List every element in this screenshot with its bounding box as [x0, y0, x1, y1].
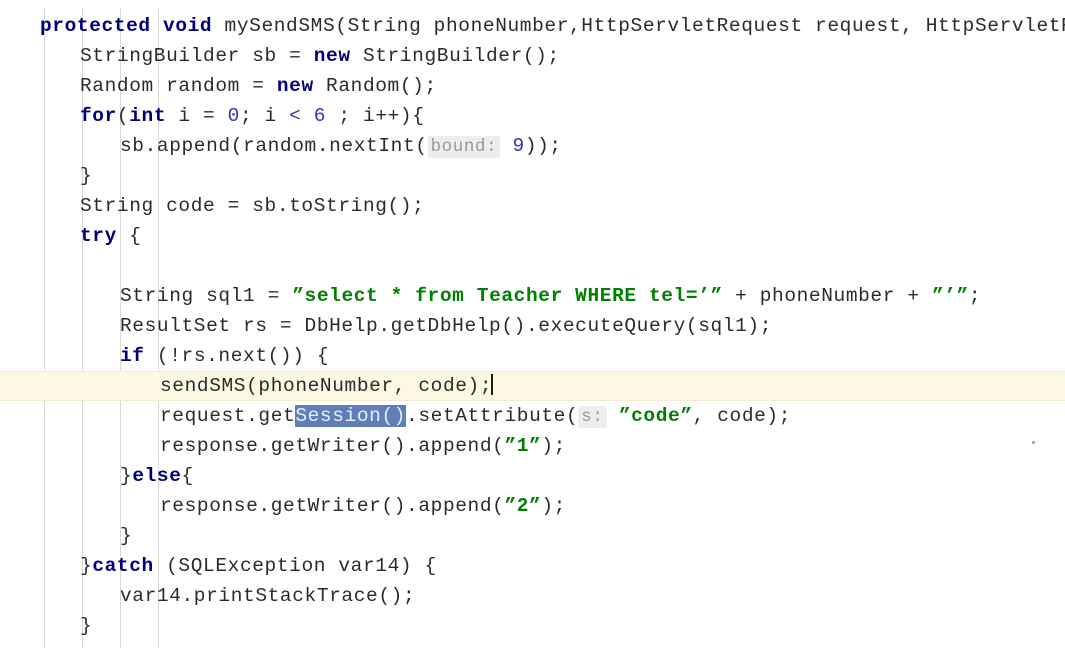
string-token: ”1”	[504, 435, 542, 457]
code-token: String sql1 =	[120, 285, 293, 307]
code-line-21[interactable]: }	[0, 611, 1065, 641]
number-token: 0	[227, 105, 240, 127]
parameter-hint[interactable]: bound:	[427, 136, 501, 158]
number-token: <	[289, 105, 302, 127]
code-line-1[interactable]: protected void mySendSMS(String phoneNum…	[0, 11, 1065, 41]
code-line-6[interactable]: }	[0, 161, 1065, 191]
code-token: }	[80, 165, 93, 187]
code-token: var14.printStackTrace();	[120, 585, 416, 607]
code-token: .setAttribute(	[406, 405, 579, 427]
code-token: );	[541, 435, 566, 457]
string-token: ”code”	[618, 405, 693, 427]
code-line-13[interactable]: sendSMS(phoneNumber, code);	[0, 371, 1065, 401]
code-token: , code);	[692, 405, 792, 427]
code-token: mySendSMS(String phoneNumber,HttpServlet…	[224, 15, 1065, 37]
code-token: + phoneNumber +	[722, 285, 932, 307]
code-token: (SQLException var14) {	[153, 555, 437, 577]
code-line-11[interactable]: ResultSet rs = DbHelp.getDbHelp().execut…	[0, 311, 1065, 341]
code-line-8[interactable]: try {	[0, 221, 1065, 251]
code-token: ));	[524, 135, 562, 157]
code-token: StringBuilder sb =	[80, 45, 314, 67]
keyword-token: for	[80, 105, 117, 127]
code-token: response.getWriter().append(	[160, 435, 505, 457]
code-token: {	[116, 225, 142, 247]
parameter-hint[interactable]: s:	[578, 406, 607, 428]
code-line-5[interactable]: sb.append(random.nextInt(bound: 9));	[0, 131, 1065, 161]
code-line-16[interactable]: }else{	[0, 461, 1065, 491]
code-token: sb.append(random.nextInt(	[120, 135, 428, 157]
keyword-token: else	[132, 465, 182, 487]
code-line-7[interactable]: String code = sb.toString();	[0, 191, 1065, 221]
number-token: 9	[512, 135, 525, 157]
keyword-token: try	[80, 225, 117, 247]
code-token: {	[181, 465, 194, 487]
code-token: i =	[166, 105, 228, 127]
string-token: ”’”	[931, 285, 969, 307]
code-line-9[interactable]	[0, 251, 1065, 281]
keyword-token: void	[163, 15, 213, 37]
code-token: ; i++){	[326, 105, 425, 127]
page-artifact-dot	[1032, 441, 1035, 444]
code-line-4[interactable]: for(int i = 0; i < 6 ; i++){	[0, 101, 1065, 131]
code-token: Random();	[313, 75, 437, 97]
code-token: String code = sb.toString();	[80, 195, 425, 217]
keyword-token: protected	[40, 15, 151, 37]
code-token: response.getWriter().append(	[160, 495, 505, 517]
keyword-token: new	[313, 45, 351, 67]
code-editor[interactable]: protected void mySendSMS(String phoneNum…	[0, 0, 1065, 653]
code-token: sendSMS(phoneNumber, code);	[160, 375, 493, 397]
string-token: ”2”	[504, 495, 542, 517]
selected-text[interactable]: Session()	[295, 405, 407, 427]
text-caret	[491, 374, 494, 395]
code-token: (!rs.next()) {	[144, 345, 330, 367]
code-token: ;	[968, 285, 982, 307]
code-token: }	[120, 465, 133, 487]
code-line-15[interactable]: response.getWriter().append(”1”);	[0, 431, 1065, 461]
keyword-token: if	[120, 345, 145, 367]
code-line-3[interactable]: Random random = new Random();	[0, 71, 1065, 101]
code-line-2[interactable]: StringBuilder sb = new StringBuilder();	[0, 41, 1065, 71]
code-line-14[interactable]: request.getSession().setAttribute(s: ”co…	[0, 401, 1065, 431]
code-token: }	[80, 615, 93, 637]
code-text-area[interactable]: protected void mySendSMS(String phoneNum…	[0, 0, 1065, 641]
code-line-17[interactable]: response.getWriter().append(”2”);	[0, 491, 1065, 521]
code-line-12[interactable]: if (!rs.next()) {	[0, 341, 1065, 371]
code-line-10[interactable]: String sql1 = ”select * from Teacher WHE…	[0, 281, 1065, 311]
code-line-20[interactable]: var14.printStackTrace();	[0, 581, 1065, 611]
keyword-token: int	[129, 105, 167, 127]
code-line-18[interactable]: }	[0, 521, 1065, 551]
code-token: (	[116, 105, 130, 127]
code-token: ResultSet rs = DbHelp.getDbHelp().execut…	[120, 315, 773, 337]
code-line-19[interactable]: }catch (SQLException var14) {	[0, 551, 1065, 581]
code-token: }	[120, 525, 133, 547]
keyword-token: catch	[92, 555, 154, 577]
code-token: Random random =	[80, 75, 277, 97]
string-token: ”select * from Teacher WHERE tel=’”	[292, 285, 723, 307]
number-token: 6	[313, 105, 327, 127]
keyword-token: new	[276, 75, 314, 97]
code-token: }	[80, 555, 93, 577]
code-token: request.get	[160, 405, 296, 427]
code-token: );	[541, 495, 566, 517]
code-token: StringBuilder();	[350, 45, 560, 67]
code-token: ; i	[239, 105, 290, 127]
